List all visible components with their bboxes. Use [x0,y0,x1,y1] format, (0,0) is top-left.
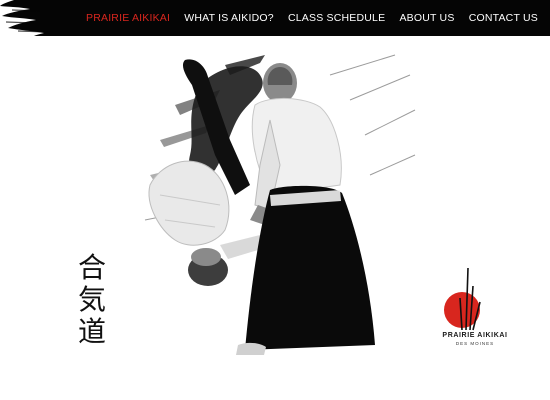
nage-figure [236,63,375,355]
logo-name: PRAIRIE AIKIKAI [442,332,508,339]
nav-item-class-schedule[interactable]: CLASS SCHEDULE [288,12,385,24]
hero-aikido-image [144,54,416,355]
top-nav-bar: PRAIRIE AIKIKAI WHAT IS AIKIDO? CLASS SC… [0,0,550,36]
kanji-char: 気 [77,283,106,316]
nav-item-what-is-aikido[interactable]: WHAT IS AIKIDO? [184,12,274,24]
brush-stroke-decoration [0,0,70,36]
kanji-char: 合 [77,251,106,284]
nav-item-contact-us[interactable]: CONTACT US [469,12,538,24]
logo-subtitle: DES MOINES [455,341,495,346]
prairie-aikikai-logo[interactable] [440,262,510,372]
nav-item-about-us[interactable]: ABOUT US [399,12,454,24]
nav-item-prairie-aikikai[interactable]: PRAIRIE AIKIKAI [86,12,170,24]
main-nav: PRAIRIE AIKIKAI WHAT IS AIKIDO? CLASS SC… [70,0,550,36]
aikido-kanji: 合 気 道 [74,253,110,347]
kanji-char: 道 [77,315,106,348]
